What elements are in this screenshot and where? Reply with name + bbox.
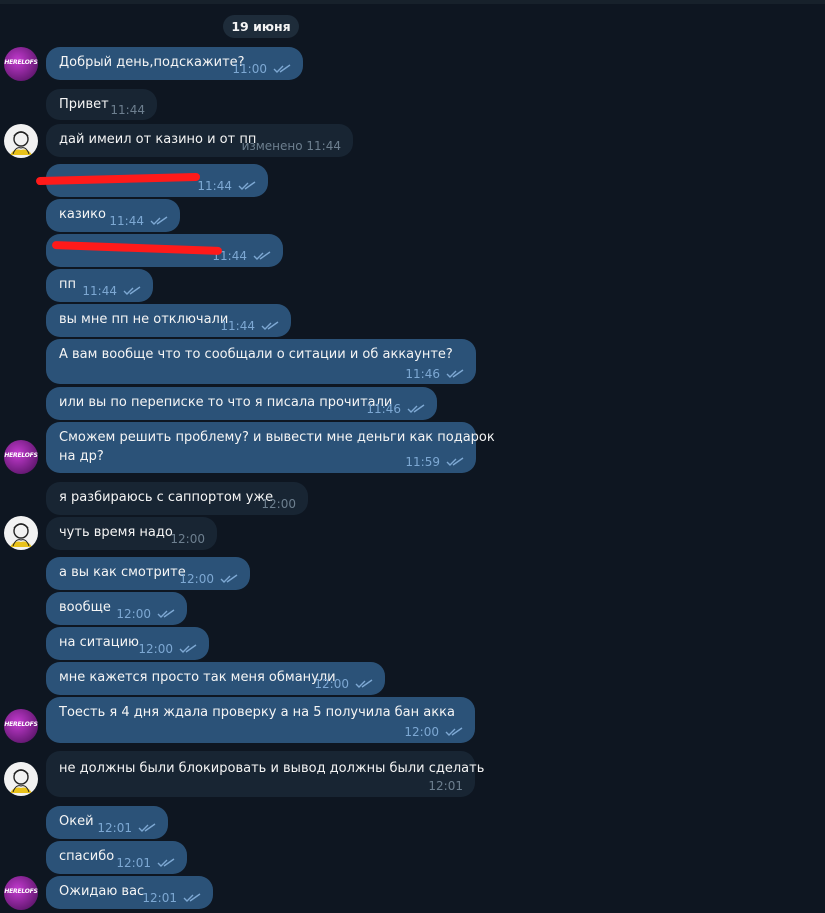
avatar-brand[interactable]: HERELOFS bbox=[4, 709, 38, 743]
message-bubble[interactable]: А вам вообще что то сообщали о ситации и… bbox=[46, 339, 476, 384]
double-check-icon bbox=[157, 858, 175, 867]
message-bubble[interactable]: Привет 11:44 bbox=[46, 89, 157, 120]
message-text: мне кажется просто так меня обманули bbox=[59, 670, 336, 685]
avatar-brand[interactable]: HERELOFS bbox=[4, 876, 38, 910]
message-time: 11:44 bbox=[82, 284, 117, 298]
double-check-icon bbox=[446, 369, 464, 378]
message-bubble[interactable]: чуть время надо 12:00 bbox=[46, 517, 217, 550]
avatar-user[interactable] bbox=[4, 124, 38, 158]
message-time: 11:44 bbox=[220, 319, 255, 333]
top-bar bbox=[0, 0, 825, 4]
message-bubble[interactable]: казико 11:44 bbox=[46, 199, 180, 232]
message-time: 12:00 bbox=[404, 725, 439, 739]
message-bubble[interactable]: Добрый день,подскажите? 11:00 bbox=[46, 47, 303, 80]
message-bubble[interactable]: не должны были блокировать и вывод должн… bbox=[46, 751, 484, 797]
message-bubble[interactable]: или вы по переписке то что я писала проч… bbox=[46, 387, 437, 420]
message-text: Добрый день,подскажите? bbox=[59, 55, 245, 70]
message-text: а вы как смотрите bbox=[59, 565, 186, 580]
double-check-icon bbox=[157, 609, 175, 618]
avatar-logo-text: HERELOFS bbox=[4, 721, 38, 728]
date-separator: 19 июня bbox=[223, 15, 299, 38]
message-bubble[interactable]: а вы как смотрите 12:00 bbox=[46, 557, 250, 590]
message-time: 11:59 bbox=[405, 455, 440, 469]
message-bubble[interactable]: Сможем решить проблему? и вывести мне де… bbox=[46, 422, 495, 473]
message-text: вообще bbox=[59, 600, 111, 615]
avatar-brand[interactable]: HERELOFS bbox=[4, 440, 38, 474]
message-time: 11:44 bbox=[110, 103, 145, 117]
message-time: 12:00 bbox=[116, 607, 151, 621]
message-bubble[interactable]: спасибо 12:01 bbox=[46, 841, 187, 874]
double-check-icon bbox=[407, 404, 425, 413]
user-drawing-icon bbox=[10, 769, 32, 793]
message-time: 11:44 bbox=[109, 214, 144, 228]
message-time: 12:00 bbox=[138, 642, 173, 656]
message-bubble[interactable]: Окей 12:01 bbox=[46, 806, 168, 839]
message-text: не должны были блокировать и вывод должн… bbox=[59, 761, 485, 776]
double-check-icon bbox=[220, 574, 238, 583]
message-text: Сможем решить проблему? и вывести мне де… bbox=[59, 430, 495, 445]
message-text: я разбираюсь с саппортом уже bbox=[59, 490, 274, 505]
avatar-brand[interactable]: HERELOFS bbox=[4, 47, 38, 81]
message-time: 12:01 bbox=[116, 856, 151, 870]
message-bubble[interactable]: пп 11:44 bbox=[46, 269, 153, 302]
message-text: чуть время надо bbox=[59, 525, 173, 540]
double-check-icon bbox=[273, 64, 291, 73]
message-time: 12:00 bbox=[170, 532, 205, 546]
message-bubble[interactable]: вы мне пп не отключали 11:44 bbox=[46, 304, 291, 337]
message-bubble[interactable]: на ситацию 12:00 bbox=[46, 627, 209, 660]
message-text: дай имеил от казино и от пп bbox=[59, 132, 257, 147]
message-bubble[interactable]: я разбираюсь с саппортом уже 12:00 bbox=[46, 482, 308, 515]
message-bubble[interactable]: Ожидаю вас 12:01 bbox=[46, 876, 213, 909]
user-drawing-icon bbox=[10, 523, 32, 547]
message-time: 11:00 bbox=[232, 62, 267, 76]
message-text: А вам вообще что то сообщали о ситации и… bbox=[59, 347, 453, 362]
message-time: 11:44 bbox=[197, 179, 232, 193]
double-check-icon bbox=[138, 823, 156, 832]
message-text: вы мне пп не отключали bbox=[59, 312, 229, 327]
message-time: 11:46 bbox=[405, 367, 440, 381]
double-check-icon bbox=[183, 893, 201, 902]
avatar-logo-text: HERELOFS bbox=[4, 888, 38, 895]
message-text: пп bbox=[59, 277, 76, 292]
message-bubble[interactable]: дай имеил от казино и от пп изменено 11:… bbox=[46, 124, 353, 157]
message-time: 12:01 bbox=[97, 821, 132, 835]
message-text: Ожидаю вас bbox=[59, 884, 145, 899]
message-time: 12:01 bbox=[142, 891, 177, 905]
message-text: на ситацию bbox=[59, 635, 139, 650]
double-check-icon bbox=[253, 251, 271, 260]
avatar-user[interactable] bbox=[4, 516, 38, 550]
avatar-user[interactable] bbox=[4, 762, 38, 796]
message-bubble[interactable]: вообще 12:00 bbox=[46, 592, 187, 625]
double-check-icon bbox=[179, 644, 197, 653]
avatar-logo-text: HERELOFS bbox=[4, 59, 38, 66]
message-text: Тоесть я 4 дня ждала проверку а на 5 пол… bbox=[59, 705, 455, 720]
double-check-icon bbox=[150, 216, 168, 225]
message-time: 12:01 bbox=[428, 779, 463, 793]
message-time: 12:00 bbox=[261, 497, 296, 511]
double-check-icon bbox=[355, 679, 373, 688]
message-text: Окей bbox=[59, 814, 94, 829]
avatar-logo-text: HERELOFS bbox=[4, 452, 38, 459]
message-text: или вы по переписке то что я писала проч… bbox=[59, 395, 393, 410]
message-time: 12:00 bbox=[314, 677, 349, 691]
message-time: изменено 11:44 bbox=[241, 139, 341, 153]
user-drawing-icon bbox=[10, 131, 32, 155]
message-text: Привет bbox=[59, 97, 109, 112]
message-text: спасибо bbox=[59, 849, 115, 864]
message-time: 11:46 bbox=[366, 402, 401, 416]
double-check-icon bbox=[123, 286, 141, 295]
double-check-icon bbox=[446, 457, 464, 466]
message-bubble[interactable]: Тоесть я 4 дня ждала проверку а на 5 пол… bbox=[46, 697, 475, 743]
double-check-icon bbox=[445, 727, 463, 736]
message-bubble[interactable]: мне кажется просто так меня обманули 12:… bbox=[46, 662, 385, 695]
double-check-icon bbox=[261, 321, 279, 330]
message-time: 12:00 bbox=[179, 572, 214, 586]
double-check-icon bbox=[238, 181, 256, 190]
message-text: казико bbox=[59, 207, 106, 222]
message-text-line2: на др? bbox=[59, 449, 104, 464]
